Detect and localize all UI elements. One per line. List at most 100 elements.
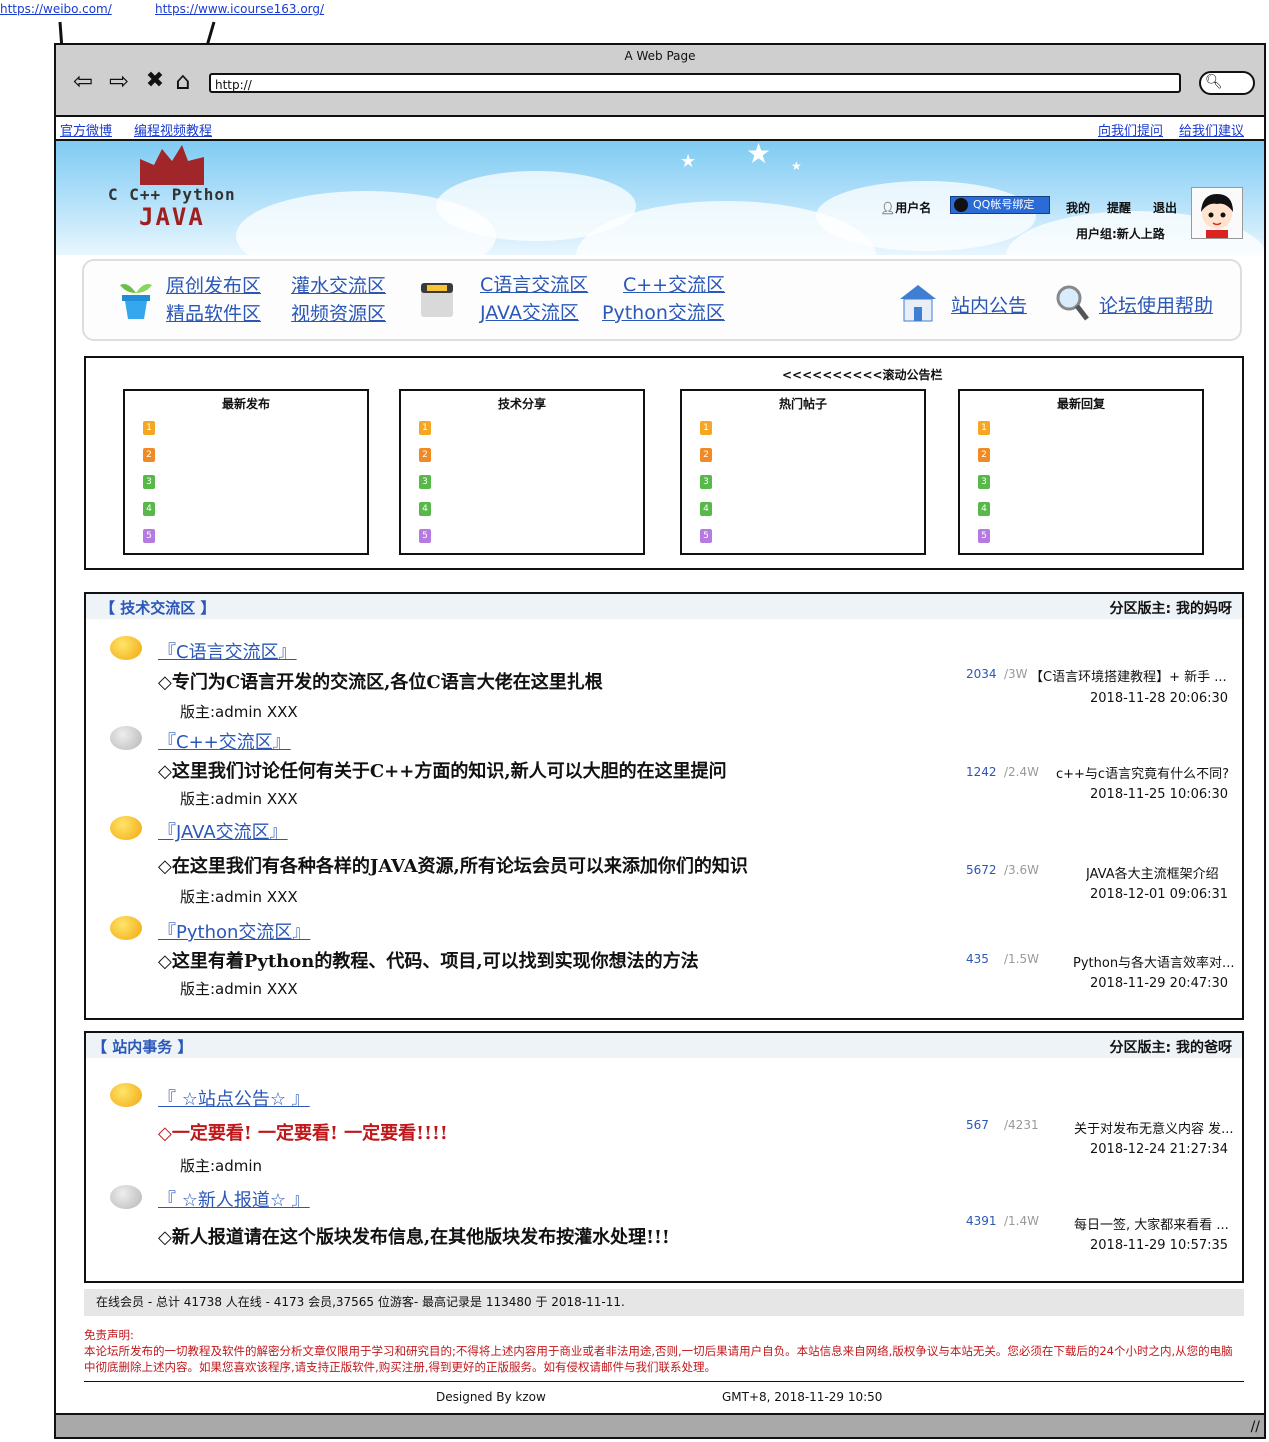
forum-post-count: /2.4W — [1004, 765, 1039, 779]
rank-badge: 5 — [143, 529, 155, 543]
column-title: 最新回复 — [1056, 397, 1105, 411]
username-link[interactable]: 👤︎用户名 — [880, 199, 931, 216]
star-icon: ★ — [680, 151, 697, 172]
forum-no-new-icon — [110, 726, 142, 750]
nav-help[interactable]: 论坛使用帮助 — [1099, 291, 1213, 318]
nav-c-area[interactable]: C语言交流区 — [480, 270, 588, 297]
forum-description: ◇在这里我们有各种各样的JAVA资源,所有论坛会员可以来添加你们的知识 — [158, 856, 748, 877]
star-icon: ★ — [746, 141, 772, 170]
resize-handle-icon[interactable]: // — [1251, 1419, 1260, 1435]
nav-java-area[interactable]: JAVA交流区 — [480, 298, 579, 325]
window-title: A Web Page — [624, 49, 696, 63]
forum-post-count: /3.6W — [1004, 863, 1039, 877]
logo-java: JAVA — [139, 203, 205, 231]
tech-section: 【 技术交流区 】 分区版主: 我的妈呀 『C语言交流区』 ◇专门为C语言开发的… — [84, 592, 1244, 1020]
plant-pot-icon — [120, 284, 152, 319]
rank-badge: 3 — [700, 475, 712, 489]
home-icon[interactable]: ⌂ — [168, 67, 198, 95]
divider — [84, 1381, 1244, 1382]
avatar-icon — [1201, 194, 1233, 238]
forum-last-post[interactable]: 关于对发布无意义内容 发... — [1074, 1118, 1236, 1137]
forum-thread-count: 435 — [966, 952, 989, 966]
forum-description: ◇一定要看! 一定要看! 一定要看!!!! — [158, 1123, 448, 1144]
rank-badge: 2 — [978, 448, 990, 462]
browser-window: A Web Page ⇦ ⇨ ✖ ⌂ http:// 🔍︎ 官方微博 编程视频教… — [54, 43, 1266, 1439]
nav-video-area[interactable]: 视频资源区 — [291, 299, 386, 326]
forum-title[interactable]: 『C++交流区』 — [158, 728, 291, 754]
forum-last-post[interactable]: 每日一签, 大家都来看看 ... — [1074, 1214, 1236, 1233]
forum-title[interactable]: 『C语言交流区』 — [158, 638, 297, 664]
forum-new-icon — [110, 816, 142, 840]
rank-badge: 4 — [978, 502, 990, 516]
rank-badge: 5 — [978, 529, 990, 543]
forum-last-date: 2018-12-24 21:27:34 — [1090, 1142, 1229, 1157]
qq-bind-button[interactable]: QQ帐号绑定 — [950, 196, 1050, 214]
search-field[interactable]: 🔍︎ — [1199, 71, 1255, 95]
suggest-link[interactable]: 给我们建议 — [1179, 120, 1244, 139]
forum-moderator: 版主:admin XXX — [180, 980, 298, 998]
column-title: 热门帖子 — [778, 397, 827, 411]
rank-badge: 5 — [700, 529, 712, 543]
forum-title[interactable]: 『Python交流区』 — [158, 918, 310, 944]
avatar[interactable] — [1191, 187, 1243, 239]
section-title[interactable]: 【 技术交流区 】 — [100, 597, 215, 618]
nav-cpp-area[interactable]: C++交流区 — [623, 270, 725, 297]
scrolling-notice-box: <<<<<<<<<<滚动公告栏 最新发布 1 2 3 4 5 技术分享 1 2 … — [84, 356, 1244, 570]
announcement-house-icon — [900, 285, 936, 322]
official-weibo-link[interactable]: 官方微博 — [60, 120, 112, 139]
rank-badge: 4 — [143, 502, 155, 516]
forum-last-post[interactable]: 【C语言环境搭建教程】+ 新手 ... — [1030, 666, 1236, 685]
forum-last-post[interactable]: JAVA各大主流框架介绍 — [1086, 863, 1236, 882]
nav-original-release[interactable]: 原创发布区 — [166, 271, 261, 298]
forum-post-count: /1.4W — [1004, 1214, 1039, 1228]
video-tutorial-link[interactable]: 编程视频教程 — [134, 120, 212, 139]
forum-moderator: 版主:admin XXX — [180, 888, 298, 906]
hot-posts-column: 热门帖子 1 2 3 4 5 — [680, 389, 926, 555]
nav-software-area[interactable]: 精品软件区 — [166, 299, 261, 326]
ask-us-link[interactable]: 向我们提问 — [1098, 120, 1163, 139]
forum-last-date: 2018-11-28 20:06:30 — [1090, 691, 1229, 706]
section-title[interactable]: 【 站内事务 】 — [92, 1036, 192, 1057]
magnifier-icon — [1056, 285, 1089, 321]
header-banner: ★ ★ ★ C C++ Python JAVA 👤︎用户名 QQ帐号绑定 我的 … — [56, 141, 1264, 255]
forum-post-count: /3W — [1004, 667, 1028, 681]
column-title: 最新发布 — [221, 397, 270, 411]
nav-announcement[interactable]: 站内公告 — [951, 291, 1027, 318]
star-icon: ★ — [791, 159, 802, 173]
rank-badge: 3 — [419, 475, 431, 489]
forum-last-post[interactable]: Python与各大语言效率对... — [1073, 952, 1236, 971]
back-icon[interactable]: ⇦ — [68, 67, 98, 95]
forum-moderator: 版主:admin XXX — [180, 790, 298, 808]
forum-thread-count: 567 — [966, 1118, 989, 1132]
logout-link[interactable]: 退出 — [1153, 199, 1177, 216]
latest-posts-column: 最新发布 1 2 3 4 5 — [123, 389, 369, 555]
url-input[interactable]: http:// — [209, 73, 1181, 93]
remind-link[interactable]: 提醒 — [1107, 199, 1131, 216]
forum-title[interactable]: 『JAVA交流区』 — [158, 818, 288, 844]
forum-description: ◇这里我们讨论任何有关于C++方面的知识,新人可以大胆的在这里提问 — [158, 761, 727, 782]
stop-icon[interactable]: ✖ — [140, 67, 170, 95]
forum-post-count: /1.5W — [1004, 952, 1039, 966]
forum-new-icon — [110, 636, 142, 660]
rank-badge: 2 — [419, 448, 431, 462]
my-link[interactable]: 我的 — [1066, 199, 1090, 216]
forum-last-post[interactable]: c++与c语言究竟有什么不同? — [1056, 763, 1236, 782]
rank-badge: 1 — [700, 421, 712, 435]
forward-icon[interactable]: ⇨ — [104, 67, 134, 95]
forum-last-date: 2018-11-29 10:57:35 — [1090, 1238, 1229, 1253]
forum-title[interactable]: 『 ☆新人报道☆ 』 — [158, 1186, 310, 1212]
affairs-section: 【 站内事务 】 分区版主: 我的爸呀 『 ☆站点公告☆ 』 ◇一定要看! 一定… — [84, 1031, 1244, 1283]
top-link-bar: 官方微博 编程视频教程 向我们提问 给我们建议 — [56, 117, 1264, 141]
forum-thread-count: 2034 — [966, 667, 997, 681]
forum-description: ◇新人报道请在这个版块发布信息,在其他版块发布按灌水处理!!! — [158, 1227, 670, 1248]
nav-python-area[interactable]: Python交流区 — [602, 298, 725, 325]
forum-moderator: 版主:admin XXX — [180, 703, 298, 721]
forum-thread-count: 4391 — [966, 1214, 997, 1228]
board-nav-panel: 原创发布区 灌水交流区 精品软件区 视频资源区 C语言交流区 C++交流区 JA… — [82, 259, 1242, 341]
rank-badge: 3 — [143, 475, 155, 489]
nav-chat-area[interactable]: 灌水交流区 — [291, 271, 386, 298]
forum-title[interactable]: 『 ☆站点公告☆ 』 — [158, 1085, 310, 1111]
rank-badge: 1 — [143, 421, 155, 435]
disclaimer-title: 免责声明: — [84, 1328, 134, 1342]
forum-last-date: 2018-11-25 10:06:30 — [1090, 787, 1229, 802]
